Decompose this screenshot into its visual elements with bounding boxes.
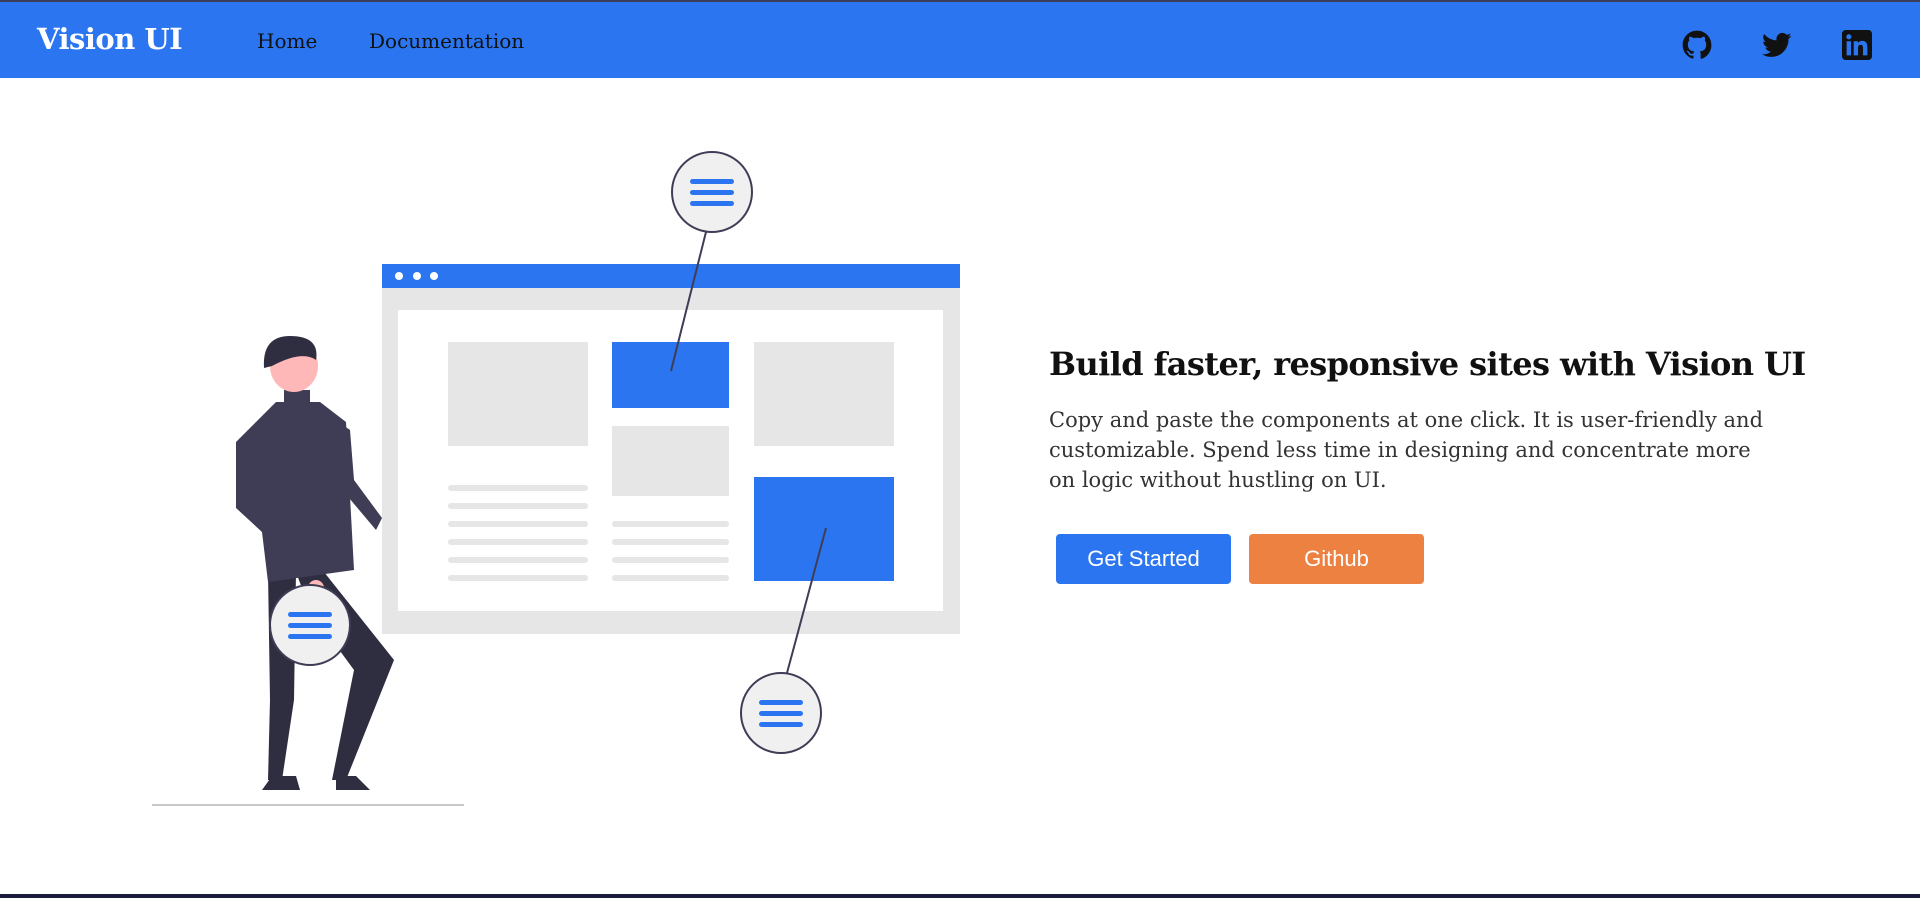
hero-section: Build faster, responsive sites with Visi… — [1049, 345, 1806, 584]
twitter-icon[interactable] — [1762, 30, 1792, 60]
brand-logo[interactable]: Vision UI — [37, 22, 183, 56]
navbar: Vision UI Home Documentation — [0, 2, 1920, 78]
github-icon[interactable] — [1682, 30, 1712, 60]
nav-link-documentation[interactable]: Documentation — [369, 29, 524, 53]
nav-link-home[interactable]: Home — [257, 29, 317, 53]
hero-description: Copy and paste the components at one cli… — [1049, 408, 1764, 492]
person-illustration — [236, 336, 394, 790]
get-started-button[interactable]: Get Started — [1056, 534, 1231, 584]
github-button[interactable]: Github — [1249, 534, 1424, 584]
menu-bubble-bottom — [740, 672, 822, 754]
linkedin-icon[interactable] — [1842, 30, 1872, 60]
hero-buttons: Get Started Github — [1056, 534, 1424, 584]
menu-bubble-top — [671, 151, 753, 233]
menu-bubble-left — [269, 584, 351, 666]
browser-window-illustration — [382, 264, 960, 634]
hero-illustration — [152, 151, 960, 806]
hero-title: Build faster, responsive sites with Visi… — [1049, 345, 1806, 383]
window-bottom-edge — [0, 894, 1920, 898]
